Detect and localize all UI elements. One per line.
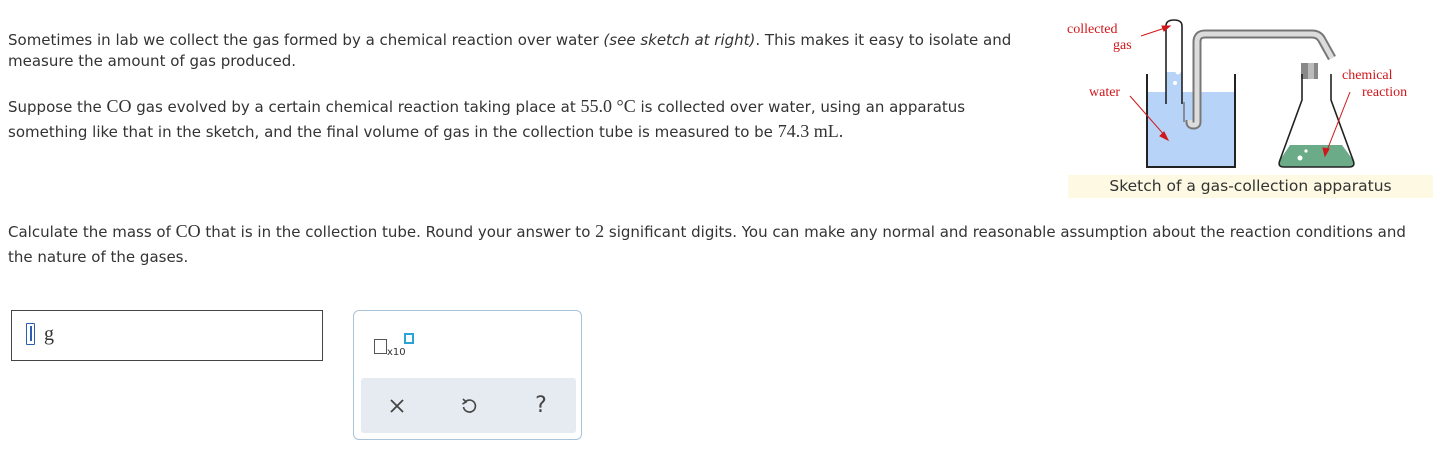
setup-text: Suppose the: [8, 98, 107, 116]
x10-label: x10: [387, 347, 406, 358]
question-text-2: that is in the collection tube. Round yo…: [200, 223, 596, 241]
reaction-bubble: [1297, 155, 1303, 161]
label-water: water: [1089, 85, 1121, 100]
setup-text-2: gas evolved by a certain chemical reacti…: [131, 98, 581, 116]
setup-paragraph: Suppose the CO gas evolved by a certain …: [8, 94, 1048, 144]
help-icon: ?: [535, 393, 547, 418]
sketch-reference: (see sketch at right): [603, 31, 756, 49]
help-button[interactable]: ?: [511, 378, 571, 433]
question-gas-formula: CO: [175, 221, 201, 241]
question-paragraph: Calculate the mass of CO that is in the …: [8, 219, 1428, 270]
flask-stopper-highlight: [1308, 63, 1314, 79]
gas-bubble: [1173, 81, 1177, 85]
beaker-water: [1147, 92, 1235, 167]
gas-bubble: [1175, 69, 1181, 75]
temperature-value: 55.0 °C: [580, 96, 636, 116]
collection-tube-water: [1166, 72, 1182, 107]
mantissa-box-icon: [374, 339, 387, 354]
intro-paragraph: Sometimes in lab we collect the gas form…: [8, 30, 1028, 72]
clear-button[interactable]: [367, 378, 427, 433]
action-bar: ?: [361, 378, 576, 433]
sketch-caption: Sketch of a gas-collection apparatus: [1068, 175, 1433, 198]
intro-text: Sometimes in lab we collect the gas form…: [8, 31, 604, 49]
input-cursor: [26, 323, 35, 345]
question-text: Calculate the mass of: [8, 223, 176, 241]
label-arrows: [1129, 25, 1351, 158]
flask-liquid: [1279, 145, 1354, 167]
answer-input[interactable]: g: [11, 310, 323, 361]
volume-value: 74.3 mL: [777, 121, 839, 141]
undo-button[interactable]: [439, 378, 499, 433]
sig-digits-value: 2: [595, 221, 605, 241]
answer-unit: g: [44, 323, 54, 345]
gas-formula: CO: [106, 96, 132, 116]
scientific-notation-button[interactable]: x10: [372, 329, 420, 359]
label-gas: gas: [1113, 38, 1132, 53]
setup-text-end: .: [838, 121, 844, 141]
close-icon: [390, 398, 404, 413]
math-tool-panel: x10 ?: [353, 310, 582, 440]
exponent-box-icon: [404, 333, 414, 344]
undo-icon: [462, 397, 477, 413]
reaction-bubble: [1304, 149, 1308, 153]
label-collected: collected: [1067, 22, 1118, 37]
label-reaction: reaction: [1362, 85, 1408, 100]
collection-tube-gas: [1166, 22, 1182, 72]
label-chemical: chemical: [1342, 68, 1393, 83]
